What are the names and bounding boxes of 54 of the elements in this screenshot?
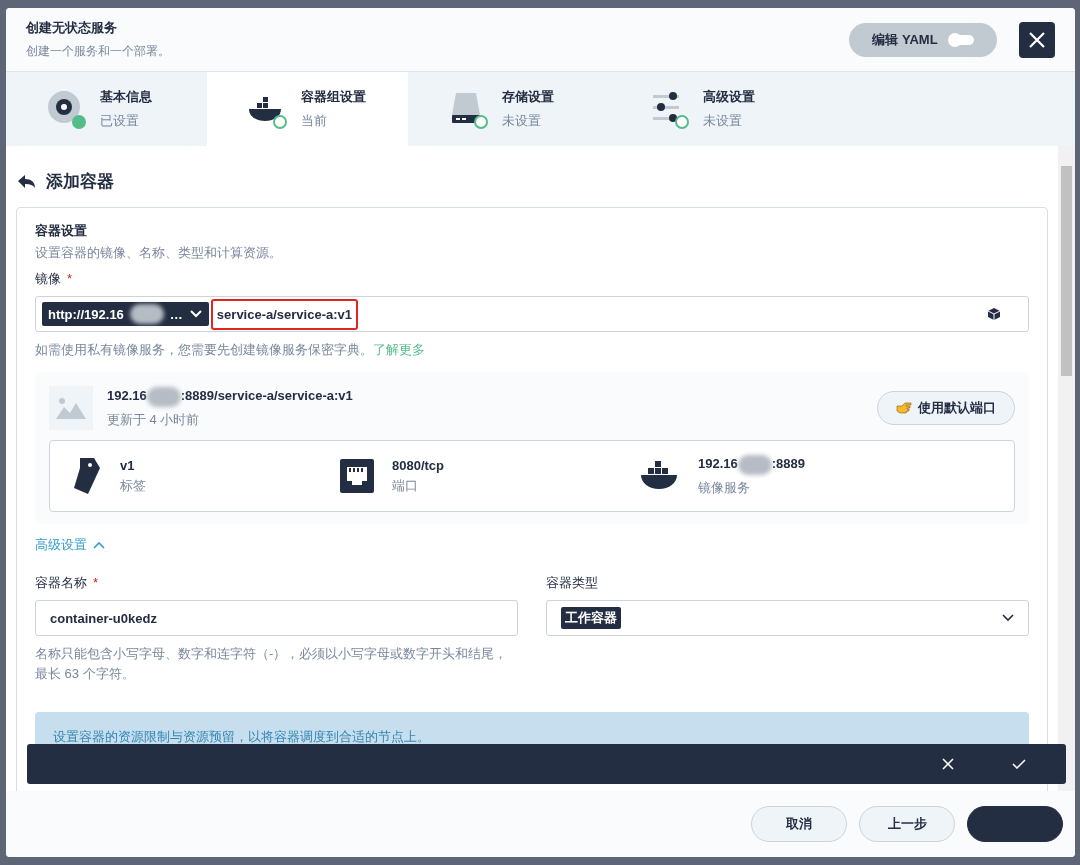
step-status: 未设置 <box>703 112 743 130</box>
step-status: 当前 <box>301 112 328 130</box>
back-arrow-icon[interactable] <box>18 174 36 189</box>
updated-time: 更新于 4 小时前 <box>107 411 201 429</box>
primary-button[interactable] <box>967 806 1063 842</box>
step-tab[interactable]: 存储设置 未设置 <box>408 72 609 146</box>
chevron-down-icon[interactable] <box>1002 614 1014 622</box>
step-title: 容器组设置 <box>301 88 366 106</box>
field-label: 镜像 * <box>35 270 74 288</box>
image-input[interactable]: service-a/service-a:v1 <box>210 298 359 330</box>
whale-icon <box>640 461 680 491</box>
step-status: 未设置 <box>502 112 542 130</box>
step-title: 基本信息 <box>100 88 152 106</box>
modal-subtitle: 创建一个服务和一个部署。 <box>26 43 170 60</box>
step-status: 已设置 <box>100 112 140 130</box>
fact-label: 标签 <box>120 476 146 495</box>
fact-label: 端口 <box>392 476 419 495</box>
step-tab[interactable]: 高级设置 未设置 <box>609 72 810 146</box>
footer-button[interactable]: 上一步 <box>859 806 955 842</box>
fact-value: v1 <box>120 457 136 473</box>
disc-icon <box>46 89 86 129</box>
page-title: 添加容器 <box>46 171 114 193</box>
image-placeholder-icon <box>49 386 93 430</box>
fact-label: 镜像服务 <box>698 479 751 497</box>
step-tab[interactable]: 容器组设置 当前 <box>207 72 408 146</box>
container-name-field[interactable]: container-u0kedz <box>35 600 518 636</box>
cube-icon[interactable] <box>988 308 1000 320</box>
fact-value: 192.16 :8889 <box>698 455 805 475</box>
section-title: 容器设置 <box>35 222 88 240</box>
ethernet-port-icon <box>340 459 374 493</box>
image-name: 192.16 :8889/service-a/service-a:v1 <box>107 387 353 407</box>
section-description: 设置容器的镜像、名称、类型和计算资源。 <box>35 244 283 262</box>
registry-dropdown[interactable]: http://192.16 … <box>42 302 209 326</box>
step-title: 高级设置 <box>703 88 755 106</box>
field-label: 容器名称 * <box>35 574 100 592</box>
fact-value: 8080/tcp <box>392 457 445 473</box>
modal-title: 创建无状态服务 <box>26 19 118 37</box>
step-title: 存储设置 <box>502 88 554 106</box>
pointing-hand-icon <box>896 402 912 414</box>
use-default-ports-button[interactable]: 使用默认端口 <box>877 391 1015 425</box>
container-name-hint: 名称只能包含小写字母、数字和连字符（-），必须以小写字母或数字开头和结尾，最长 63 个字符。 <box>35 645 509 683</box>
image-hint: 如需使用私有镜像服务，您需要先创建镜像服务保密字典。了解更多 <box>35 341 426 359</box>
chevron-icon[interactable] <box>93 541 105 549</box>
close-icon[interactable] <box>942 758 954 770</box>
footer-button[interactable]: 取消 <box>751 806 847 842</box>
edit-yaml-toggle[interactable]: 编辑 YAML <box>849 22 997 57</box>
check-icon[interactable] <box>1012 759 1026 769</box>
image-field[interactable]: http://192.16 … service-a/service-a:v1 <box>35 296 1029 332</box>
field-label: 容器类型 <box>546 574 599 592</box>
container-type-select[interactable]: 工作容器 <box>546 600 1029 636</box>
step-tab[interactable]: 基本信息 已设置 <box>6 72 207 146</box>
close-icon[interactable] <box>1028 30 1046 49</box>
scrollbar[interactable] <box>1058 146 1075 791</box>
close-button[interactable] <box>1019 21 1055 58</box>
